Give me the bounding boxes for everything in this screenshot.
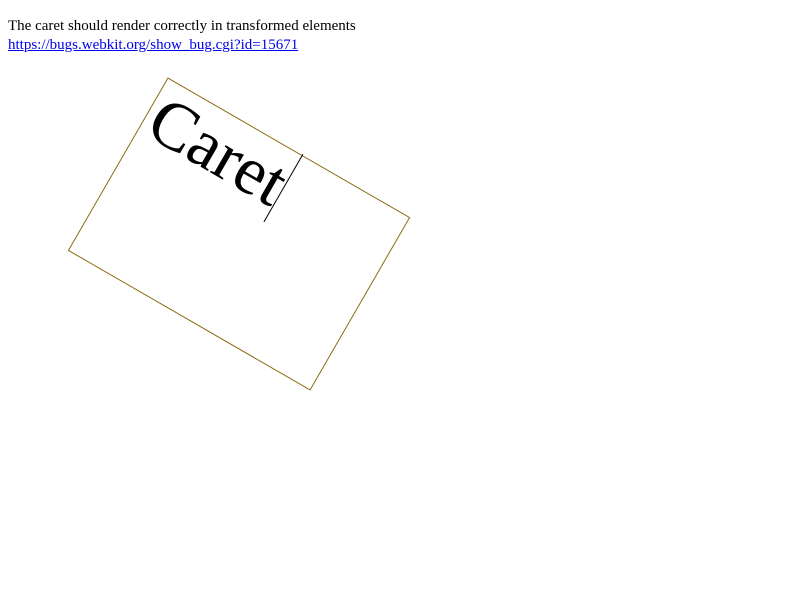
editable-content[interactable]: Caret xyxy=(135,80,304,223)
transformed-area: Caret xyxy=(0,0,800,600)
description-text: The caret should render correctly in tra… xyxy=(8,18,356,34)
bug-link[interactable]: https://bugs.webkit.org/show_bug.cgi?id=… xyxy=(8,37,298,53)
rotated-editable-box[interactable]: Caret xyxy=(67,77,411,391)
page-header: The caret should render correctly in tra… xyxy=(8,17,356,55)
